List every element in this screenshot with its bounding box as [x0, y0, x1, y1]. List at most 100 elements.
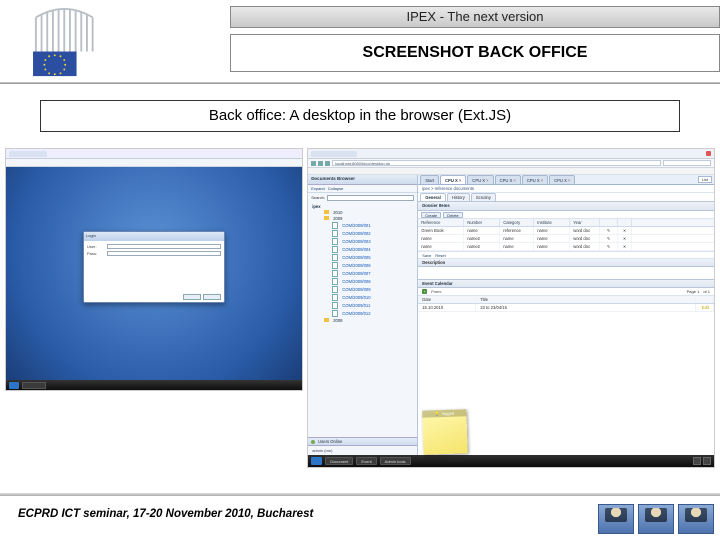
col-header[interactable]: Date	[418, 296, 476, 303]
col-header[interactable]: Title	[476, 296, 696, 303]
back-icon[interactable]	[311, 161, 316, 166]
col-header[interactable]: Institute	[534, 219, 570, 226]
create-button[interactable]: Create	[421, 212, 441, 218]
reload-icon[interactable]	[325, 161, 330, 166]
tray-icon[interactable]	[703, 457, 711, 465]
delete-button[interactable]: Delete	[443, 212, 463, 218]
screenshot-login: Login User: Pass:	[5, 148, 303, 468]
login-ok-button[interactable]	[183, 294, 201, 300]
reset-button[interactable]: Reset	[435, 253, 445, 258]
tree-node[interactable]: COM/2009/008	[310, 277, 415, 285]
browser-tab[interactable]	[9, 151, 47, 157]
tray	[693, 457, 711, 465]
add-event-button[interactable]: +	[422, 289, 427, 294]
footer-thumbnail	[678, 504, 714, 534]
edit-icon[interactable]: ✎	[600, 227, 618, 234]
tree-panel: Documents Browser Expand Collapse Search…	[308, 175, 418, 455]
cell: name	[500, 235, 534, 242]
tree-node[interactable]: COM/2009/009	[310, 285, 415, 293]
tab[interactable]: CPU X×	[549, 175, 575, 184]
login-user-label: User:	[87, 244, 105, 249]
col-header[interactable]: Number	[464, 219, 500, 226]
cell: name	[418, 243, 464, 250]
tree-node[interactable]: COM/2009/001	[310, 221, 415, 229]
edit-link[interactable]: Edit	[696, 304, 714, 311]
delete-icon[interactable]: ✕	[618, 227, 632, 234]
sticky-note[interactable]: 💡Tagged	[422, 409, 468, 455]
tab[interactable]: CPU X×	[467, 175, 493, 184]
tree-node[interactable]: 2008	[310, 317, 415, 323]
tree-node[interactable]: COM/2009/005	[310, 253, 415, 261]
footer-text: ECPRD ICT seminar, 17-20 November 2010, …	[18, 508, 313, 520]
save-button[interactable]: Save	[422, 253, 431, 258]
address-input[interactable]: localhost:8080/bico/desktop.do	[332, 160, 661, 166]
edit-icon[interactable]: ✎	[600, 243, 618, 250]
forward-icon[interactable]	[318, 161, 323, 166]
taskbar-button[interactable]	[22, 382, 46, 389]
cell: word doc	[570, 243, 600, 250]
calendar-page-of: of 1	[703, 289, 710, 294]
tab[interactable]: CPU X×	[440, 175, 466, 184]
login-dialog: Login User: Pass:	[83, 231, 225, 303]
start-button[interactable]	[311, 457, 322, 465]
inner-tab[interactable]: Scrutiny	[471, 193, 496, 201]
inner-tab[interactable]: General	[420, 193, 446, 201]
sticky-note-title: Tagged	[442, 411, 455, 415]
table-row[interactable]: namename2namenameword doc✎✕	[418, 243, 714, 251]
form-toolbar: Save Reset	[418, 251, 714, 259]
inner-tab[interactable]: History	[447, 193, 470, 201]
col-header[interactable]: Year	[570, 219, 600, 226]
browser-addressbar[interactable]	[6, 159, 302, 167]
login-user-input[interactable]	[107, 244, 221, 249]
col-header[interactable]	[696, 296, 714, 303]
tree-node[interactable]: COM/2009/002	[310, 229, 415, 237]
login-pass-input[interactable]	[107, 251, 221, 256]
browser-tab[interactable]	[311, 151, 357, 157]
edit-icon[interactable]: ✎	[600, 235, 618, 242]
tree-search-input[interactable]	[327, 195, 414, 201]
delete-icon[interactable]: ✕	[618, 235, 632, 242]
calendar-page: Page 1	[687, 289, 700, 294]
tree-node[interactable]: COM/2009/006	[310, 261, 415, 269]
tree-node[interactable]: COM/2009/012	[310, 309, 415, 317]
table-row[interactable]: 15.10.201023 to 23/04/15Edit	[418, 304, 714, 312]
dossier-grid: ReferenceNumberCategoryInstituteYear Gre…	[418, 219, 714, 251]
tree-expand-button[interactable]: Expand	[311, 186, 325, 191]
footer-thumbnail	[638, 504, 674, 534]
lightbulb-icon: 💡	[435, 411, 440, 416]
taskbar-button[interactable]: Document	[325, 457, 353, 465]
tab[interactable]: Start	[420, 175, 439, 184]
tree-node[interactable]: COM/2009/010	[310, 293, 415, 301]
col-header[interactable]	[600, 219, 618, 226]
ep-logo	[30, 8, 125, 78]
col-header[interactable]	[618, 219, 632, 226]
header-bar-2: SCREENSHOT BACK OFFICE	[230, 34, 720, 72]
table-row[interactable]: Green Booknamereferencenameword doc✎✕	[418, 227, 714, 235]
close-icon[interactable]	[706, 151, 711, 156]
tab[interactable]: CPU X×	[522, 175, 548, 184]
description-body[interactable]	[418, 267, 714, 279]
status-dot-icon	[311, 440, 315, 444]
tree-node[interactable]: COM/2009/007	[310, 269, 415, 277]
tree-search: Search:	[308, 193, 417, 202]
tree-node[interactable]: COM/2009/011	[310, 301, 415, 309]
browser-search-input[interactable]	[663, 160, 711, 166]
tray-icon[interactable]	[693, 457, 701, 465]
tab[interactable]: CPU X×	[495, 175, 521, 184]
breadcrumb: ipex > reference documents	[418, 185, 714, 193]
tree-toolbar: Expand Collapse	[308, 185, 417, 193]
tree-node[interactable]: COM/2009/003	[310, 237, 415, 245]
tree-node[interactable]: COM/2009/004	[310, 245, 415, 253]
table-row[interactable]: namename2namenameword doc✎✕	[418, 235, 714, 243]
col-header[interactable]: Reference	[418, 219, 464, 226]
login-cancel-button[interactable]	[203, 294, 221, 300]
calendar-grid: DateTitle 15.10.201023 to 23/04/15Edit	[418, 296, 714, 312]
tree-collapse-button[interactable]: Collapse	[328, 186, 344, 191]
taskbar-button[interactable]: Event	[356, 457, 376, 465]
col-header[interactable]: Category	[500, 219, 534, 226]
users-online-header: Users Online	[308, 437, 417, 446]
start-button[interactable]	[9, 382, 19, 389]
tabs-select[interactable]: List	[698, 176, 712, 183]
taskbar-button[interactable]: Admin tools	[380, 457, 411, 465]
delete-icon[interactable]: ✕	[618, 243, 632, 250]
